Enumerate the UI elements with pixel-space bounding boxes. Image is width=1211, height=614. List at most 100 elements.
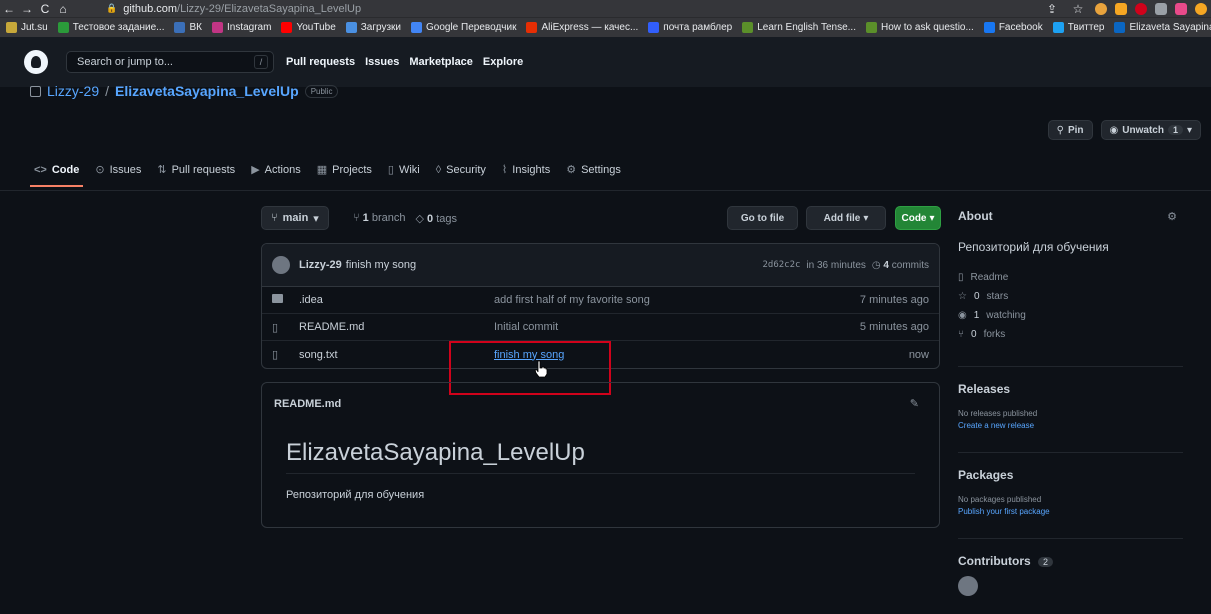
bookmark-item[interactable]: Learn English Tense... <box>742 22 856 33</box>
forks-word: forks <box>983 329 1006 340</box>
packages-heading[interactable]: Packages <box>958 468 1183 482</box>
lock-icon: 🔒 <box>106 3 118 13</box>
bookmark-item[interactable]: AliExpress — качес... <box>526 22 638 33</box>
jutsu-icon <box>6 22 17 33</box>
branch-select-button[interactable]: ⑂ main ▾ <box>261 206 329 230</box>
bookmark-item[interactable]: Elizaveta Sayapina |... <box>1114 22 1211 33</box>
chevron-down-icon: ▾ <box>929 212 935 224</box>
folder-icon <box>272 294 284 306</box>
forks-link[interactable]: ⑂ 0 forks <box>958 325 1183 344</box>
bookmark-item[interactable]: How to ask questio... <box>865 22 974 33</box>
repo-owner-link[interactable]: Lizzy-29 <box>47 83 99 99</box>
tab-icon: ◊ <box>435 163 442 176</box>
bookmark-item[interactable]: Instagram <box>211 22 271 33</box>
tags-link[interactable]: ◇ 0 tags <box>415 212 457 225</box>
bookmark-item[interactable]: YouTube <box>281 22 336 33</box>
repo-actions: ⚲ Pin ◉ Unwatch 1 ▾ <box>1047 120 1201 140</box>
star-icon[interactable]: ☆ <box>1069 0 1087 17</box>
fork-icon: ⑂ <box>958 329 964 340</box>
contributors-count: 2 <box>1038 557 1054 567</box>
tab-icon: ▦ <box>316 164 328 176</box>
profile-icon[interactable] <box>1195 2 1207 15</box>
create-release-link[interactable]: Create a new release <box>958 421 1183 430</box>
tab-settings[interactable]: ⚙ Settings <box>566 163 621 177</box>
adblock-icon[interactable] <box>1135 2 1147 15</box>
code-button[interactable]: Code ▾ <box>895 206 941 230</box>
nav-issues[interactable]: Issues <box>365 56 399 68</box>
tab-actions[interactable]: ▶ Actions <box>251 163 301 177</box>
contributors-heading[interactable]: Contributors 2 <box>958 554 1183 568</box>
tab-issues[interactable]: ⊙ Issues <box>95 163 141 177</box>
back-arrow-icon[interactable]: ← <box>0 0 18 17</box>
tab-wiki[interactable]: ▯ Wiki <box>388 163 420 177</box>
browser-toolbar: ← → C ⌂ 🔒 github.com /Lizzy-29/Elizaveta… <box>0 0 1211 17</box>
tab-code[interactable]: <> Code <box>29 163 84 187</box>
readme-title: ElizavetaSayapina_LevelUp <box>286 439 915 474</box>
bookmark-item[interactable]: Facebook <box>983 22 1043 33</box>
tab-pull-requests[interactable]: ⇅ Pull requests <box>157 163 235 177</box>
extension-icon[interactable] <box>1115 2 1127 15</box>
tab-projects[interactable]: ▦ Projects <box>316 163 372 177</box>
repo-name-link[interactable]: ElizavetaSayapina_LevelUp <box>115 83 299 99</box>
unwatch-button[interactable]: ◉ Unwatch 1 ▾ <box>1100 120 1201 140</box>
publish-package-link[interactable]: Publish your first package <box>958 507 1183 516</box>
bookmark-item[interactable]: Jut.su <box>6 22 48 33</box>
forward-arrow-icon[interactable]: → <box>18 0 36 17</box>
github-logo-icon[interactable] <box>24 50 48 74</box>
readme-filename: README.md <box>274 398 342 410</box>
bookmark-label: Jut.su <box>21 22 48 33</box>
stars-link[interactable]: ☆ 0 stars <box>958 287 1183 306</box>
nav-marketplace[interactable]: Marketplace <box>409 56 473 68</box>
readme-box: README.md ✎ ElizavetaSayapina_LevelUp Ре… <box>261 382 940 528</box>
branch-tag-info: ⑂ 1 branch ◇ 0 tags <box>353 212 457 225</box>
bookmark-item[interactable]: Google Переводчик <box>411 22 516 33</box>
packages-empty: No packages published <box>958 495 1042 504</box>
reload-icon[interactable]: C <box>36 0 54 17</box>
bookmark-item[interactable]: Твиттер <box>1052 22 1104 33</box>
slash-shortcut-icon: / <box>254 55 268 69</box>
address-bar[interactable]: 🔒 github.com /Lizzy-29/ElizavetaSayapina… <box>106 1 976 16</box>
pencil-icon[interactable]: ✎ <box>910 397 919 410</box>
plus-icon <box>57 22 69 33</box>
extension-icon[interactable] <box>1095 2 1107 15</box>
file-icon: ▯ <box>272 321 279 334</box>
bookmark-item[interactable]: Загрузки <box>345 22 401 33</box>
tab-insights[interactable]: ⌇ Insights <box>502 163 550 177</box>
search-input[interactable]: Search or jump to... / <box>66 51 274 73</box>
file-commit-message-link[interactable]: add first half of my favorite song <box>494 294 650 306</box>
bookmark-item[interactable]: Тестовое задание... <box>57 22 164 33</box>
bookmark-item[interactable]: почта рамблер <box>648 22 732 33</box>
share-icon[interactable]: ⇪ <box>1043 0 1061 17</box>
forks-count: 0 <box>971 329 977 340</box>
add-file-button[interactable]: Add file ▾ <box>806 206 886 230</box>
commit-sha[interactable]: 2d62c2c <box>762 260 800 270</box>
go-to-file-button[interactable]: Go to file <box>727 206 798 230</box>
file-commit-message-link[interactable]: Initial commit <box>494 321 558 333</box>
file-commit-time: 7 minutes ago <box>859 294 929 306</box>
branches-link[interactable]: ⑂ 1 branch <box>353 212 405 225</box>
file-toolbar: ⑂ main ▾ ⑂ 1 branch ◇ 0 tags Go to file … <box>261 206 941 232</box>
gear-icon[interactable]: ⚙ <box>1167 210 1177 223</box>
commit-time: in 36 minutes <box>806 259 866 271</box>
nav-explore[interactable]: Explore <box>483 56 523 68</box>
commit-message[interactable]: finish my song <box>346 259 416 271</box>
releases-heading[interactable]: Releases <box>958 382 1183 396</box>
avatar[interactable] <box>272 256 290 274</box>
avatar[interactable] <box>958 576 978 596</box>
file-name-link[interactable]: .idea <box>299 294 479 306</box>
commit-author[interactable]: Lizzy-29 <box>299 259 342 271</box>
bookmark-item[interactable]: ВК <box>174 22 202 33</box>
branch-icon: ⑂ <box>271 212 278 224</box>
readme-link[interactable]: ▯ Readme <box>958 268 1183 287</box>
readme-header: README.md ✎ <box>262 383 939 425</box>
commits-link[interactable]: ◷ 4 commits <box>872 260 929 271</box>
nav-pull-requests[interactable]: Pull requests <box>286 56 355 68</box>
watching-link[interactable]: ◉ 1 watching <box>958 306 1183 325</box>
extension-icon[interactable] <box>1175 2 1187 15</box>
extension-icon[interactable] <box>1155 2 1167 15</box>
home-icon[interactable]: ⌂ <box>54 0 72 17</box>
tab-security[interactable]: ◊ Security <box>436 163 486 176</box>
file-name-link[interactable]: README.md <box>299 321 479 333</box>
pin-button[interactable]: ⚲ Pin <box>1047 120 1093 140</box>
eye-icon: ◉ <box>1109 124 1119 136</box>
